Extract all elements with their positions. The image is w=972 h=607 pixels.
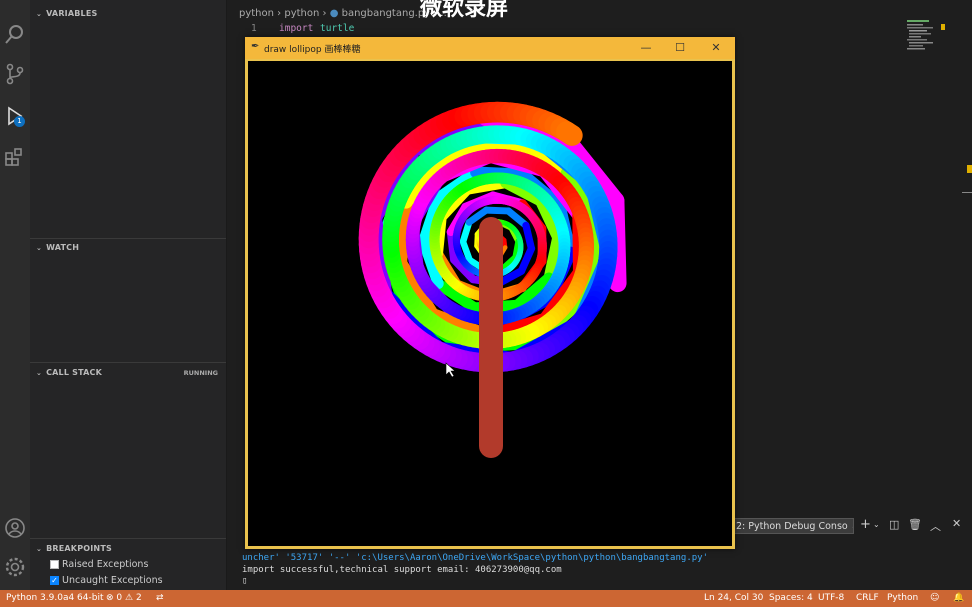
divider (30, 362, 226, 363)
divider (30, 238, 226, 239)
terminal-select[interactable]: 2: Python Debug Conso ⌄ (732, 518, 854, 534)
turtle-window-title: draw lollipop 画棒棒糖 (264, 45, 361, 55)
trash-icon[interactable]: 🗑 (908, 518, 922, 531)
breadcrumb-item[interactable]: bangbangtang.py (342, 8, 431, 19)
chevron-down-icon: ⌄ (36, 10, 43, 18)
callstack-status: RUNNING (183, 369, 218, 377)
turtle-window-titlebar[interactable]: ✒ draw lollipop 画棒棒糖 — ☐ ✕ (245, 37, 735, 59)
cursor-position[interactable]: Ln 24, Col 30 (704, 593, 763, 603)
interpreter-selector[interactable]: Python 3.9.0a4 64-bit (6, 593, 104, 603)
feedback-icon[interactable]: ☺ (930, 593, 939, 603)
scrollbar-marker (967, 165, 972, 173)
encoding[interactable]: UTF-8 (818, 593, 844, 603)
scrollbar-marker (962, 192, 972, 193)
turtle-window[interactable]: ✒ draw lollipop 画棒棒糖 — ☐ ✕ (245, 37, 735, 549)
problems-indicator[interactable]: ⊗ 0 ⚠ 2 (106, 593, 142, 603)
lollipop-drawing (358, 101, 627, 458)
search-icon[interactable] (3, 22, 27, 46)
minimap[interactable] (907, 20, 945, 54)
extensions-icon[interactable] (3, 144, 27, 168)
terminal-cursor[interactable]: ▯ (242, 576, 247, 586)
watch-header[interactable]: ⌄ WATCH (36, 243, 79, 252)
breadcrumb: python › python › ● bangbangtang.py › ..… (239, 8, 451, 19)
breakpoint-uncaught-exceptions[interactable]: ✓ Uncaught Exceptions (50, 575, 163, 586)
terminal-line: uncher' '53717' '--' 'c:\Users\Aaron\One… (242, 553, 708, 563)
language-mode[interactable]: Python (887, 593, 918, 603)
account-icon[interactable] (3, 516, 27, 540)
split-terminal-icon[interactable]: ◫ (889, 518, 899, 531)
close-icon[interactable]: ✕ (952, 517, 961, 530)
watermark-text: 微软录屏 (420, 0, 509, 21)
bell-icon[interactable]: 🔔 (953, 593, 964, 603)
close-button[interactable]: ✕ (706, 40, 726, 56)
end-of-line[interactable]: CRLF (856, 593, 879, 603)
status-bar: Python 3.9.0a4 64-bit ⊗ 0 ⚠ 2 ⇄ Ln 24, C… (0, 590, 972, 607)
chevron-down-icon[interactable]: ⌄ (873, 520, 880, 529)
breadcrumb-item[interactable]: python (239, 8, 274, 19)
live-share-icon[interactable]: ⇄ (156, 593, 164, 603)
breakpoint-raised-exceptions[interactable]: Raised Exceptions (50, 559, 148, 570)
debug-badge: 1 (14, 116, 25, 127)
maximize-button[interactable]: ☐ (670, 40, 690, 56)
feather-icon: ✒ (251, 41, 260, 52)
code-keyword[interactable]: import (279, 23, 313, 34)
turtle-canvas[interactable] (248, 61, 732, 546)
spiral-segment (556, 121, 583, 146)
warning-icon: ⚠ (125, 593, 134, 603)
chevron-up-icon[interactable]: ︿ (930, 518, 941, 534)
chevron-down-icon: ⌄ (36, 545, 43, 553)
minimize-button[interactable]: — (636, 40, 656, 56)
debug-sidebar: ⌄ VARIABLES ⌄ WATCH ⌄ CALL STACK RUNNING ⌄ B… (30, 0, 227, 590)
panel-toolbar: 2: Python Debug Conso ⌄ + ⌄ ◫ 🗑 ︿ ✕ (732, 515, 972, 537)
source-control-icon[interactable] (3, 62, 27, 86)
checkbox[interactable] (50, 560, 59, 569)
code-module[interactable]: turtle (320, 23, 354, 34)
python-file-icon: ● (329, 8, 339, 19)
breadcrumb-item[interactable]: python (284, 8, 319, 19)
divider (30, 538, 226, 539)
breakpoints-header[interactable]: ⌄ BREAKPOINTS (36, 544, 112, 553)
indentation[interactable]: Spaces: 4 (769, 593, 813, 603)
gear-icon[interactable] (3, 555, 27, 579)
add-terminal-icon[interactable]: + (860, 517, 871, 532)
error-icon: ⊗ (106, 593, 114, 603)
chevron-down-icon: ⌄ (36, 244, 43, 252)
terminal-line: import successful,technical support emai… (242, 565, 562, 575)
line-number: 1 (251, 23, 257, 34)
checkbox-checked[interactable]: ✓ (50, 576, 59, 585)
chevron-down-icon: ⌄ (36, 369, 43, 377)
variables-header[interactable]: ⌄ VARIABLES (36, 9, 97, 18)
callstack-header[interactable]: ⌄ CALL STACK (36, 368, 102, 377)
activity-bar: 1 (0, 0, 30, 590)
